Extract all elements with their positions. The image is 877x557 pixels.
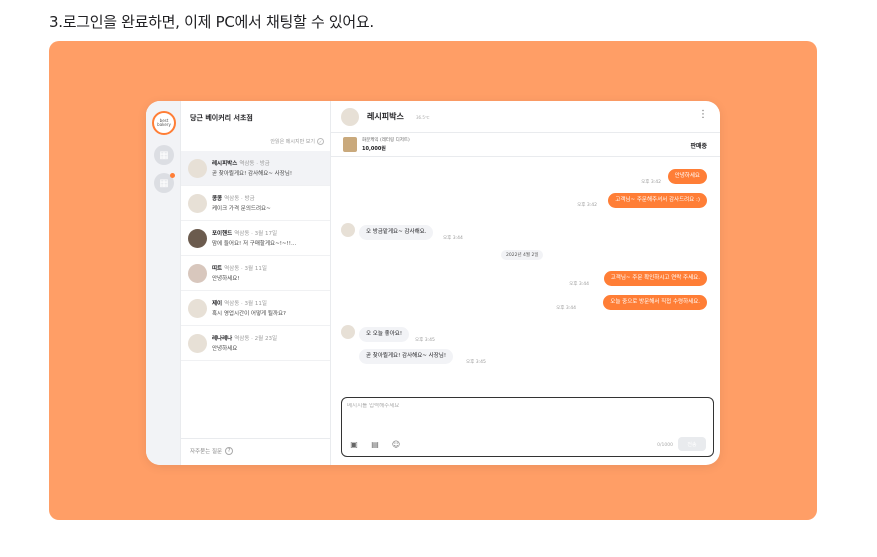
message-input[interactable]: [347, 403, 707, 409]
partner-temperature: 36.5℃: [416, 115, 430, 120]
chat-room-item[interactable]: 레나레나 역삼동 · 2월 23일 안녕하세요: [181, 326, 330, 361]
divider: [181, 438, 330, 439]
outgoing-message: 오늘 중으로 방문해서 직접 수령하세요.: [603, 295, 707, 310]
chat-room-item[interactable]: 띠트 역삼동 · 3월 11일 안녕하세요!: [181, 256, 330, 291]
partner-name: 레시피박스: [367, 112, 404, 121]
room-meta: 역삼동 · 3월 17일: [234, 231, 278, 237]
notification-dot: [170, 173, 175, 178]
template-icon[interactable]: ▤: [370, 439, 380, 449]
chat-room-item[interactable]: 레시피박스 역삼동 · 방금 곧 찾아뵐게요! 감사해요~ 사장님!: [181, 151, 330, 186]
room-name: 콩콩: [212, 196, 223, 202]
room-preview: 안녕하세요!: [212, 276, 240, 282]
partner-avatar: [341, 108, 359, 126]
message-time: 오후 3:42: [577, 203, 597, 208]
message-time: 오후 3:45: [415, 338, 435, 343]
more-options-icon[interactable]: ⋮: [698, 109, 708, 120]
chat-header: 레시피박스 36.5℃ ⋮: [331, 101, 720, 133]
room-meta: 역삼동 · 3월 11일: [224, 266, 267, 272]
product-name: 화분케익 (레터링 디저트): [362, 138, 410, 143]
question-icon: ?: [225, 447, 234, 455]
product-thumbnail: [343, 137, 357, 152]
chat-room-item[interactable]: 제이 역삼동 · 3월 11일 혹시 영업시간이 어떻게 될까요?: [181, 291, 330, 326]
partner-avatar: [341, 223, 355, 237]
caption: 3.로그인을 완료하면, 이제 PC에서 채팅할 수 있어요.: [49, 13, 374, 31]
room-name: 포이핸드: [212, 231, 233, 237]
product-price: 10,000원: [362, 146, 386, 152]
avatar: [188, 159, 207, 178]
room-preview: 곧 찾아뵐게요! 감사해요~ 사장님!: [212, 171, 293, 177]
room-name: 띠트: [212, 266, 223, 272]
chat-app-window: best bakery ▦ ▦ 당근 베이커리 서초점 안읽은 메시지만 보기 ✓…: [146, 101, 720, 465]
room-preview: 안녕하세요: [212, 346, 238, 352]
chat-room-item[interactable]: 콩콩 역삼동 · 방금 케이크 가격 문의드려요~: [181, 186, 330, 221]
room-preview: 맘에 들어요! 저 구매할게요~!~!!...: [212, 241, 297, 247]
store-name: 당근 베이커리 서초점: [190, 114, 253, 122]
room-meta: 역삼동 · 2월 23일: [234, 336, 278, 342]
message-time: 오후 3:44: [556, 306, 576, 311]
message-time: 오후 3:44: [569, 282, 589, 287]
avatar: [188, 299, 207, 318]
store-icon[interactable]: ▦: [154, 145, 174, 165]
partner-avatar: [341, 325, 355, 339]
unread-toggle-label: 안읽은 메시지만 보기: [270, 139, 315, 145]
chat-list: 당근 베이커리 서초점 안읽은 메시지만 보기 ✓ 레시피박스 역삼동 · 방금 곧…: [181, 101, 331, 465]
avatar: [188, 194, 207, 213]
unread-only-toggle[interactable]: 안읽은 메시지만 보기 ✓: [270, 138, 324, 145]
emoji-icon[interactable]: ☺: [391, 439, 401, 449]
room-name: 제이: [212, 301, 223, 307]
outgoing-message: 고객님~ 주문해주셔서 감사드려요 :): [608, 193, 707, 208]
incoming-message: 오 오늘 좋아요!: [359, 327, 410, 342]
message-time: 오후 3:45: [466, 360, 486, 365]
chat-pane: 레시피박스 36.5℃ ⋮ 화분케익 (레터링 디저트) 10,000원 판매중…: [331, 101, 720, 465]
incoming-message: 오 방금맡게요~ 감사해요.: [359, 225, 434, 240]
room-name: 레나레나: [212, 336, 233, 342]
send-button[interactable]: 전송: [678, 437, 706, 451]
room-preview: 케이크 가격 문의드려요~: [212, 206, 271, 212]
message-time: 오후 3:44: [443, 236, 463, 241]
room-meta: 역삼동 · 3월 11일: [224, 301, 267, 307]
check-icon: ✓: [317, 138, 324, 145]
outgoing-message: 안녕하세요: [667, 169, 707, 184]
avatar: [188, 229, 207, 248]
room-meta: 역삼동 · 방금: [224, 196, 255, 202]
message-time: 오후 3:42: [641, 180, 661, 185]
product-bar[interactable]: 화분케익 (레터링 디저트) 10,000원 판매중: [331, 133, 720, 157]
incoming-message: 곧 찾아뵐게요! 감사해요~ 사장님!: [359, 349, 454, 364]
avatar: [188, 264, 207, 283]
faq-link[interactable]: 자주묻는 질문?: [190, 447, 234, 455]
avatar: [188, 334, 207, 353]
room-name: 레시피박스: [212, 161, 238, 167]
product-status: 판매중: [690, 143, 707, 150]
date-divider: 2022년 4월 2일: [501, 250, 544, 260]
room-meta: 역삼동 · 방금: [239, 161, 270, 167]
store-icon-secondary[interactable]: ▦: [154, 173, 175, 193]
message-composer: ▣ ▤ ☺ 0/1000 전송: [341, 397, 714, 457]
my-store-avatar-text: best bakery: [157, 118, 171, 127]
faq-label: 자주묻는 질문: [190, 449, 223, 455]
message-area: 오후 3:42 안녕하세요 오후 3:42 고객님~ 주문해주셔서 감사드려요 …: [331, 157, 720, 397]
my-store-avatar[interactable]: best bakery: [152, 111, 176, 135]
icon-rail: best bakery ▦ ▦: [146, 101, 181, 465]
room-preview: 혹시 영업시간이 어떻게 될까요?: [212, 311, 286, 317]
char-counter: 0/1000: [657, 443, 673, 448]
chat-room-item[interactable]: 포이핸드 역삼동 · 3월 17일 맘에 들어요! 저 구매할게요~!~!!...: [181, 221, 330, 256]
outgoing-message: 고객님~ 주문 확인하시고 연락 주세요.: [603, 271, 707, 286]
image-icon[interactable]: ▣: [349, 439, 359, 449]
